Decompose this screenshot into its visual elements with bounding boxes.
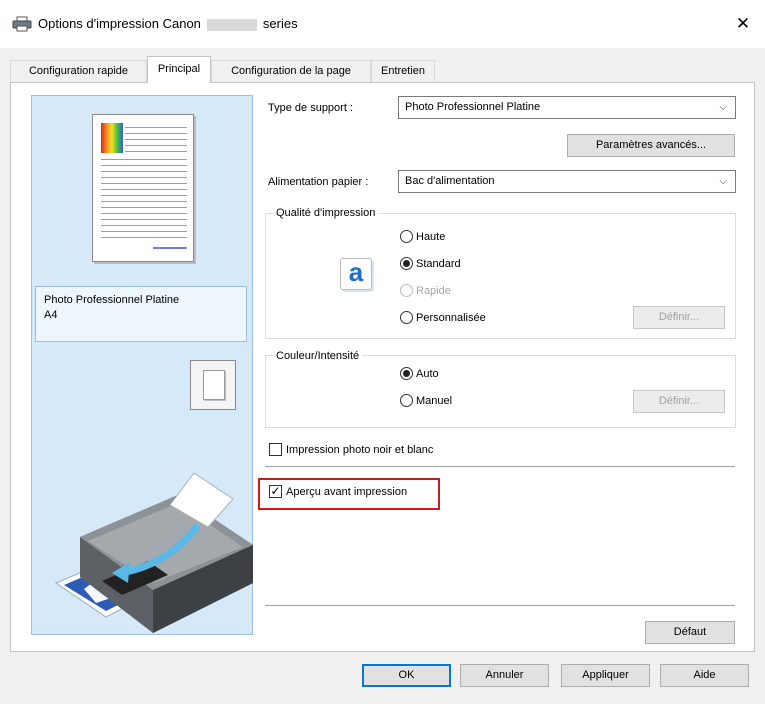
highlight-annotation [258,478,440,510]
color-auto-radio[interactable]: Auto [400,366,439,382]
quality-fast-label: Rapide [416,285,451,297]
portrait-page-icon [203,370,225,400]
help-button[interactable]: Aide [660,664,749,687]
quality-custom-radio[interactable]: Personnalisée [400,310,486,326]
tab-maintenance[interactable]: Entretien [371,60,435,82]
paper-source-select[interactable]: Bac d'alimentation ⌵ [398,170,736,193]
printer-icon [12,16,32,32]
redacted-model-name [206,18,257,31]
separator [265,605,735,606]
paper-preview [92,114,194,262]
quality-custom-label: Personnalisée [416,312,486,324]
quality-define-button: Définir... [633,306,725,329]
tab-page-setup[interactable]: Configuration de la page [211,60,371,82]
quality-standard-label: Standard [416,258,461,270]
color-manual-radio[interactable]: Manuel [400,393,452,409]
radio-indicator [400,393,413,407]
chevron-down-icon: ⌵ [719,176,727,187]
color-image-thumbnail [101,123,123,153]
tab-main[interactable]: Principal [147,56,211,83]
window-title-prefix: Options d'impression Canon [38,16,201,31]
radio-indicator [400,283,413,297]
media-type-select[interactable]: Photo Professionnel Platine ⌵ [398,96,736,119]
radio-indicator [400,256,413,270]
quality-high-label: Haute [416,231,446,243]
quality-high-radio[interactable]: Haute [400,229,445,245]
color-auto-label: Auto [416,368,439,380]
quality-letter-a-icon: a [340,258,372,290]
radio-indicator [400,229,413,243]
media-name-text: Photo Professionnel Platine [44,294,180,306]
ok-button[interactable]: OK [362,664,451,687]
printer-illustration-icon [54,472,253,633]
checkbox-indicator [269,442,282,456]
paper-size-text: A4 [44,309,58,321]
radio-indicator [400,366,413,380]
print-quality-title: Qualité d'impression [273,206,379,220]
close-button[interactable]: ✕ [730,12,756,36]
orientation-button[interactable] [190,360,236,410]
grayscale-checkbox[interactable]: Impression photo noir et blanc [269,442,433,458]
window-title: Options d'impression Canon series [38,14,298,34]
media-type-label: Type de support : [268,102,353,114]
default-button[interactable]: Défaut [645,621,735,644]
paper-source-label: Alimentation papier : [268,176,369,188]
paper-info-box: Photo Professionnel Platine A4 [35,286,247,342]
separator [265,466,735,467]
grayscale-label: Impression photo noir et blanc [286,444,434,456]
cancel-button[interactable]: Annuler [460,664,549,687]
media-type-value: Photo Professionnel Platine [405,101,541,113]
advanced-settings-button[interactable]: Paramètres avancés... [567,134,735,157]
window-title-suffix: series [262,16,298,31]
quality-fast-radio: Rapide [400,283,451,299]
tab-quick-setup[interactable]: Configuration rapide [10,60,147,82]
radio-indicator [400,310,413,324]
apply-button[interactable]: Appliquer [561,664,650,687]
quality-standard-radio[interactable]: Standard [400,256,461,272]
paper-source-value: Bac d'alimentation [405,175,495,187]
color-define-button: Définir... [633,390,725,413]
color-manual-label: Manuel [416,395,453,407]
chevron-down-icon: ⌵ [719,102,727,113]
color-intensity-title: Couleur/Intensité [273,349,363,363]
